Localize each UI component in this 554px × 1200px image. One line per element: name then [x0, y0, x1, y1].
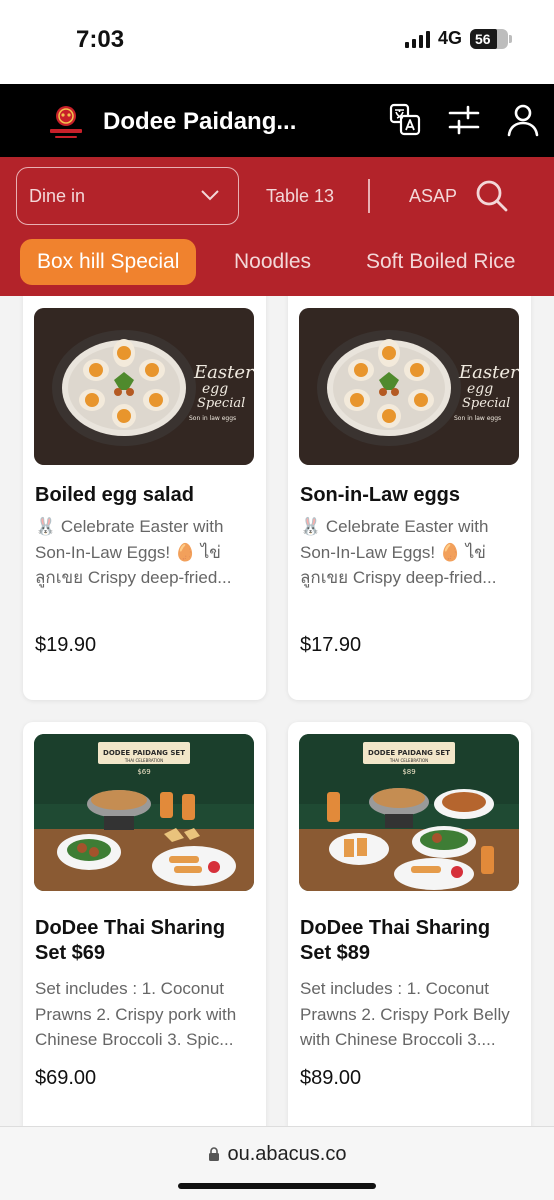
- tab-box-hill-special[interactable]: Box hill Special: [20, 239, 197, 285]
- product-card[interactable]: Easter egg Special Son in law eggs Boile…: [23, 296, 266, 700]
- image-text-set-sub: THAI CELEBRATION: [389, 758, 428, 763]
- product-image: Easter egg Special Son in law eggs: [299, 308, 519, 465]
- product-grid: Easter egg Special Son in law eggs Boile…: [0, 296, 554, 1126]
- image-text-set-price: $89: [402, 768, 415, 776]
- image-text-special: Special: [462, 396, 510, 411]
- translate-icon[interactable]: [387, 102, 423, 138]
- image-text-egg: egg: [467, 381, 493, 397]
- product-card[interactable]: DODEE PAIDANG SET THAI CELEBRATION $69 D…: [23, 722, 266, 1126]
- product-description: Set includes : 1. Coconut Prawns 2. Cris…: [35, 979, 237, 1049]
- url-container: ou.abacus.co: [0, 1143, 554, 1166]
- table-selector[interactable]: Table 13: [266, 186, 334, 207]
- product-price: $17.90: [300, 634, 362, 656]
- image-text-son-in-law: Son in law eggs: [454, 415, 501, 422]
- image-text-easter: Easter: [458, 362, 519, 383]
- image-text-egg: egg: [202, 381, 228, 397]
- image-text-special: Special: [197, 396, 245, 411]
- image-text-son-in-law: Son in law eggs: [189, 415, 236, 422]
- product-description: Set includes : 1. Coconut Prawns 2. Cris…: [300, 979, 510, 1049]
- lock-icon: [208, 1147, 219, 1161]
- network-type: 4G: [437, 28, 462, 48]
- battery-level: 56: [475, 30, 491, 47]
- product-image: DODEE PAIDANG SET THAI CELEBRATION $89: [299, 734, 519, 891]
- product-card[interactable]: DODEE PAIDANG SET THAI CELEBRATION $89 D…: [288, 722, 531, 1126]
- product-price: $19.90: [35, 634, 97, 656]
- order-type-value: Dine in: [29, 186, 86, 206]
- url-text: ou.abacus.co: [227, 1143, 347, 1165]
- chevron-down-icon: [201, 190, 219, 201]
- product-description: 🐰 Celebrate Easter with Son-In-Law Eggs!…: [35, 517, 232, 587]
- product-title: DoDee Thai Sharing Set $89: [300, 917, 491, 964]
- divider: [368, 179, 370, 213]
- filter-bar: Dine in Table 13 ASAP Box hill Special N…: [0, 157, 554, 296]
- tab-noodles[interactable]: Noodles: [234, 239, 311, 285]
- app-title: Dodee Paidang...: [103, 108, 297, 135]
- restaurant-logo-icon[interactable]: [46, 102, 86, 142]
- product-card[interactable]: Easter egg Special Son in law eggs Son-i…: [288, 296, 531, 700]
- product-title: DoDee Thai Sharing Set $69: [35, 917, 226, 964]
- app-header: Dodee Paidang...: [0, 84, 554, 157]
- search-icon[interactable]: [473, 177, 509, 213]
- product-image: DODEE PAIDANG SET THAI CELEBRATION $69: [34, 734, 254, 891]
- product-price: $89.00: [300, 1067, 362, 1089]
- product-description: 🐰 Celebrate Easter with Son-In-Law Eggs!…: [300, 517, 497, 587]
- browser-url-bar[interactable]: ou.abacus.co: [0, 1126, 554, 1200]
- image-text-easter: Easter: [193, 362, 254, 383]
- tab-soft-boiled-rice[interactable]: Soft Boiled Rice: [366, 239, 515, 285]
- image-text-set-price: $69: [137, 768, 150, 776]
- image-text-set-banner: DODEE PAIDANG SET: [103, 749, 185, 757]
- time-selector[interactable]: ASAP: [409, 186, 457, 207]
- image-text-set-banner: DODEE PAIDANG SET: [368, 749, 450, 757]
- status-bar: 7:03 4G 56: [0, 0, 554, 84]
- status-time: 7:03: [76, 26, 125, 53]
- product-image: Easter egg Special Son in law eggs: [34, 308, 254, 465]
- sliders-icon[interactable]: [446, 102, 482, 138]
- home-indicator[interactable]: [178, 1183, 376, 1189]
- category-tabs: Box hill Special Noodles Soft Boiled Ric…: [0, 239, 554, 285]
- product-title: Boiled egg salad: [35, 484, 194, 506]
- user-icon[interactable]: [505, 102, 541, 138]
- status-indicators: 4G 56: [404, 28, 512, 49]
- signal-icon: [404, 30, 430, 48]
- battery-icon: 56: [470, 28, 512, 49]
- image-text-set-sub: THAI CELEBRATION: [124, 758, 163, 763]
- product-title: Son-in-Law eggs: [300, 484, 460, 506]
- product-price: $69.00: [35, 1067, 97, 1089]
- order-type-select[interactable]: Dine in: [16, 167, 239, 225]
